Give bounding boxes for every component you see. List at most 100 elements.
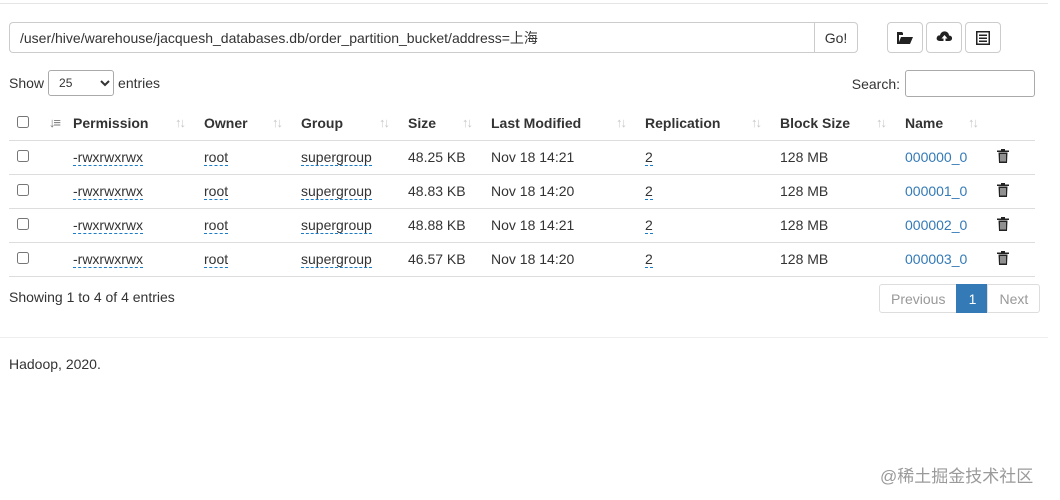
block-size-value: 128 MB [772, 242, 897, 277]
header-group-label: Group [301, 114, 343, 131]
entries-per-page-select[interactable]: 25 [48, 70, 115, 96]
row-checkbox[interactable] [17, 252, 29, 264]
folder-open-icon [897, 31, 913, 44]
sort-icon: ↑↓ [968, 115, 979, 130]
replication-value[interactable]: 2 [645, 149, 653, 166]
trash-icon[interactable] [997, 148, 1009, 163]
file-name-link[interactable]: 000003_0 [905, 251, 967, 267]
sort-desc-icon: ↓≡ [48, 115, 61, 130]
block-size-value: 128 MB [772, 208, 897, 243]
page-1-button[interactable]: 1 [956, 284, 989, 313]
sort-icon: ↑↓ [175, 115, 186, 130]
pagination: Previous 1 Next [879, 284, 1041, 313]
list-alt-icon [976, 30, 990, 45]
upload-button[interactable] [926, 22, 962, 53]
header-replication[interactable]: Replication ↑↓ [637, 106, 772, 141]
size-value: 48.88 KB [400, 208, 483, 243]
group-value[interactable]: supergroup [301, 251, 372, 268]
footer-divider [0, 337, 1048, 338]
owner-value[interactable]: root [204, 183, 229, 200]
trash-icon[interactable] [997, 250, 1009, 265]
block-size-value: 128 MB [772, 140, 897, 175]
header-name[interactable]: Name ↑↓ [897, 106, 989, 141]
table-row: -rwxrwxrwx root supergroup 48.88 KB Nov … [9, 208, 1035, 243]
replication-value[interactable]: 2 [645, 183, 653, 200]
file-name-link[interactable]: 000000_0 [905, 149, 967, 165]
sort-icon: ↑↓ [272, 115, 283, 130]
header-permission[interactable]: Permission ↑↓ [65, 106, 196, 141]
search-input[interactable] [905, 70, 1035, 97]
actions-header [989, 106, 1035, 141]
next-page-button[interactable]: Next [987, 284, 1041, 313]
permission-value[interactable]: -rwxrwxrwx [73, 149, 143, 166]
search-label: Search: [851, 75, 900, 92]
size-value: 48.83 KB [400, 174, 483, 209]
header-last-modified[interactable]: Last Modified ↑↓ [483, 106, 637, 141]
row-checkbox[interactable] [17, 150, 29, 162]
entries-length-control: Show 25 entries [9, 70, 160, 96]
modified-value: Nov 18 14:21 [483, 140, 637, 175]
modified-value: Nov 18 14:20 [483, 174, 637, 209]
search-control: Search: [852, 70, 1035, 97]
modified-value: Nov 18 14:21 [483, 208, 637, 243]
sort-icon: ↑↓ [379, 115, 390, 130]
previous-page-button[interactable]: Previous [879, 284, 958, 313]
create-directory-button[interactable] [887, 22, 923, 53]
permission-value[interactable]: -rwxrwxrwx [73, 251, 143, 268]
entries-label: entries [118, 75, 161, 91]
sort-icon: ↑↓ [876, 115, 887, 130]
directory-path-input[interactable] [9, 22, 814, 53]
header-group[interactable]: Group ↑↓ [293, 106, 400, 141]
header-replication-label: Replication [645, 114, 721, 131]
watermark: @稀土掘金技术社区 [880, 467, 1034, 486]
block-size-value: 128 MB [772, 174, 897, 209]
file-name-link[interactable]: 000001_0 [905, 183, 967, 199]
show-label: Show [9, 75, 45, 91]
group-value[interactable]: supergroup [301, 183, 372, 200]
table-header-row: ↓≡ Permission ↑↓ Owner ↑↓ Group ↑↓ Size ↑↓ L… [9, 106, 1035, 141]
path-bar: Go! [9, 22, 858, 53]
file-table: ↓≡ Permission ↑↓ Owner ↑↓ Group ↑↓ Size ↑↓ L… [9, 106, 1035, 277]
header-name-label: Name [905, 114, 944, 131]
group-value[interactable]: supergroup [301, 217, 372, 234]
header-block-size-label: Block Size [780, 114, 851, 131]
trash-icon[interactable] [997, 182, 1009, 197]
header-size-label: Size [408, 114, 437, 131]
size-value: 46.57 KB [400, 242, 483, 277]
row-checkbox[interactable] [17, 218, 29, 230]
header-size[interactable]: Size ↑↓ [400, 106, 483, 141]
owner-value[interactable]: root [204, 149, 229, 166]
modified-value: Nov 18 14:20 [483, 242, 637, 277]
trash-icon[interactable] [997, 216, 1009, 231]
cloud-upload-icon [936, 31, 952, 44]
file-name-link[interactable]: 000002_0 [905, 217, 967, 233]
top-divider [0, 3, 1048, 4]
toolbar [887, 22, 1001, 53]
header-permission-label: Permission [73, 114, 149, 131]
index-sort-header[interactable]: ↓≡ [39, 106, 65, 141]
select-all-checkbox[interactable] [17, 115, 29, 128]
replication-value[interactable]: 2 [645, 217, 653, 234]
header-last-modified-label: Last Modified [491, 114, 582, 131]
replication-value[interactable]: 2 [645, 251, 653, 268]
header-block-size[interactable]: Block Size ↑↓ [772, 106, 897, 141]
sort-icon: ↑↓ [616, 115, 627, 130]
header-owner-label: Owner [204, 114, 248, 131]
size-value: 48.25 KB [400, 140, 483, 175]
owner-value[interactable]: root [204, 217, 229, 234]
group-value[interactable]: supergroup [301, 149, 372, 166]
header-owner[interactable]: Owner ↑↓ [196, 106, 293, 141]
table-row: -rwxrwxrwx root supergroup 48.25 KB Nov … [9, 140, 1035, 175]
footer-text: Hadoop, 2020. [9, 356, 101, 372]
select-all-header [9, 106, 39, 141]
owner-value[interactable]: root [204, 251, 229, 268]
cut-paste-button[interactable] [965, 22, 1001, 53]
permission-value[interactable]: -rwxrwxrwx [73, 183, 143, 200]
sort-icon: ↑↓ [751, 115, 762, 130]
table-row: -rwxrwxrwx root supergroup 48.83 KB Nov … [9, 174, 1035, 209]
table-row: -rwxrwxrwx root supergroup 46.57 KB Nov … [9, 242, 1035, 277]
permission-value[interactable]: -rwxrwxrwx [73, 217, 143, 234]
go-button[interactable]: Go! [814, 22, 858, 53]
sort-icon: ↑↓ [462, 115, 473, 130]
row-checkbox[interactable] [17, 184, 29, 196]
